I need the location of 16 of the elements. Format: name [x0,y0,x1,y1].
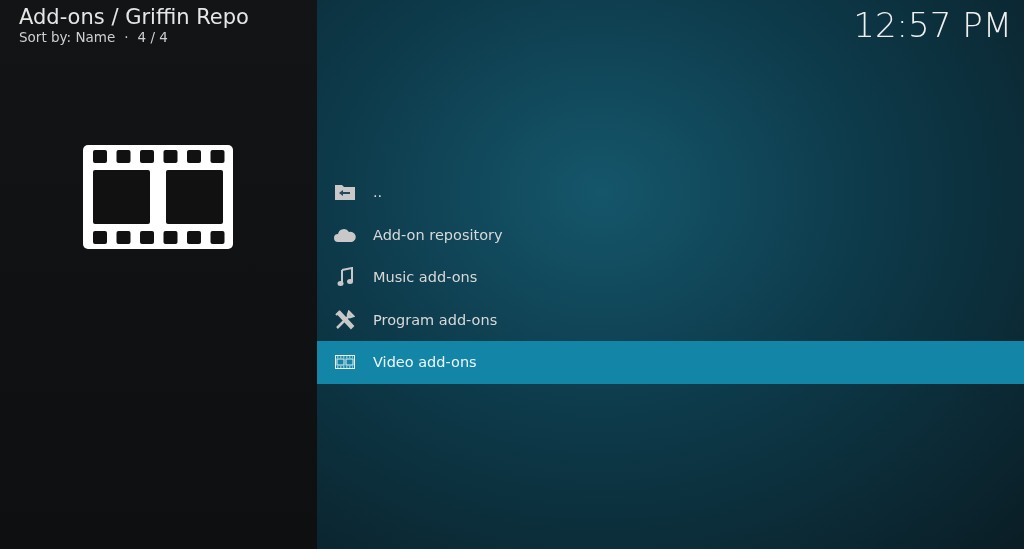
cloud-icon [334,227,356,242]
page-title: Add-ons / Griffin Repo [19,4,250,30]
music-note-icon [337,267,353,288]
separator-dot: · [124,29,129,45]
clock: 12:57 PM [853,5,1012,45]
item-count: 4 / 4 [137,29,168,45]
sort-label: Sort by: Name [19,29,116,45]
list-item[interactable]: Add-on repository [317,213,1024,256]
list-item[interactable]: Video add-ons [317,341,1024,384]
film-strip-icon [335,355,355,370]
folder-back-icon [334,183,356,202]
list-item[interactable]: Program add-ons [317,298,1024,341]
list-item[interactable]: Music add-ons [317,256,1024,299]
list-item[interactable]: .. [317,171,1024,214]
tools-icon [335,309,355,330]
film-strip-icon [83,145,233,249]
